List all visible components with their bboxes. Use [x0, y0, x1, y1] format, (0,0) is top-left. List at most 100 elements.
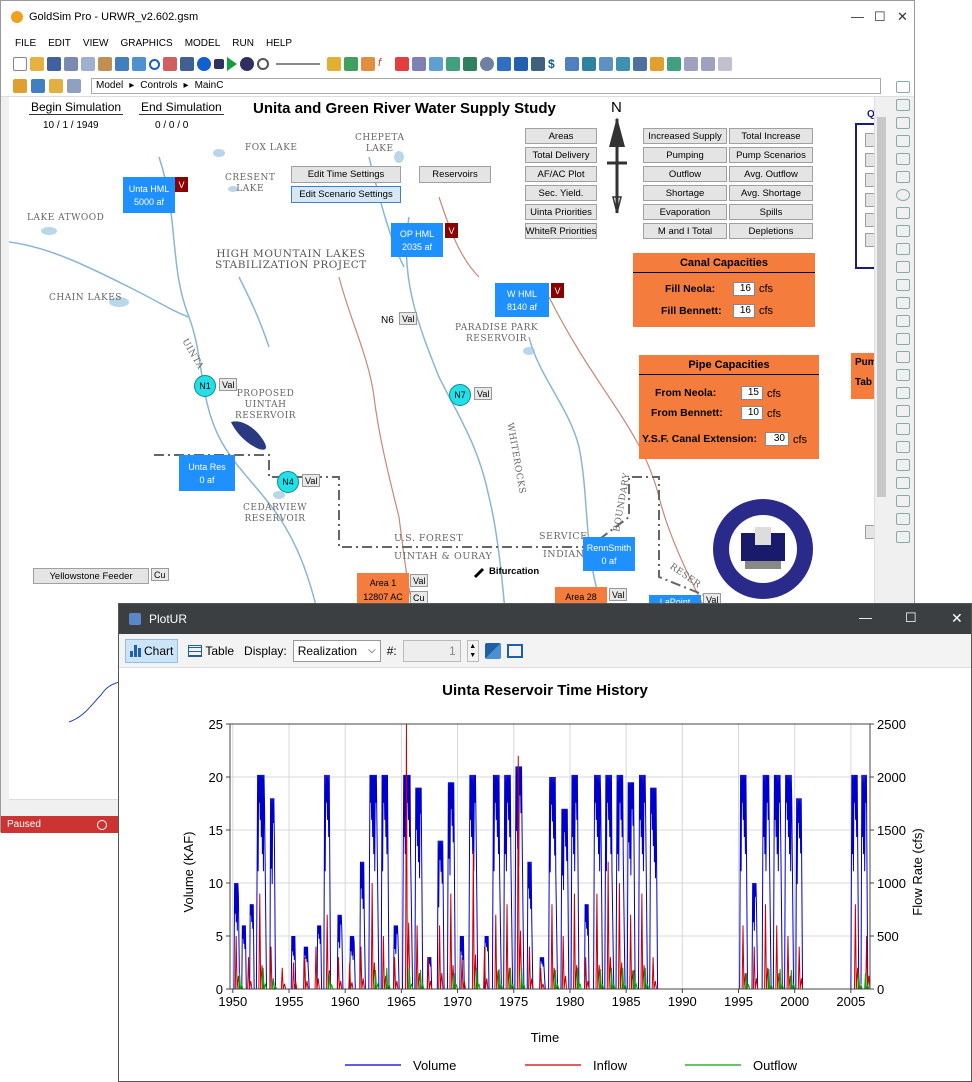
dashboard-icon[interactable]	[582, 57, 596, 71]
avg-shortage-button[interactable]: Avg. Shortage	[729, 185, 813, 201]
menu-edit[interactable]: EDIT	[48, 38, 71, 49]
display-select[interactable]: Realization ⌵	[292, 639, 381, 662]
n6-val-button[interactable]: Val	[399, 312, 418, 325]
w-hml-v-button[interactable]: V	[551, 283, 564, 298]
avg-outflow-button[interactable]: Avg. Outflow	[729, 166, 813, 182]
pumping-button[interactable]: Pumping	[643, 147, 727, 163]
node-n1[interactable]: N1	[194, 375, 216, 397]
edit-scenario-settings-button[interactable]: Edit Scenario Settings	[291, 186, 401, 203]
function-icon[interactable]: f	[378, 57, 392, 71]
tag-icon[interactable]	[514, 57, 528, 71]
chart-view-button[interactable]: Chart	[125, 638, 179, 663]
unta-hml-v-button[interactable]: V	[175, 177, 188, 192]
pump-scenarios-button[interactable]: Pump Scenarios	[729, 147, 813, 163]
rennsmith-box[interactable]: RennSmith 0 af	[583, 537, 635, 571]
list-icon[interactable]	[497, 57, 511, 71]
number-icon[interactable]	[896, 459, 910, 471]
search-icon[interactable]	[149, 58, 160, 70]
chart-icon[interactable]	[616, 57, 630, 71]
n1-val-button[interactable]: Val	[219, 378, 238, 391]
chart-properties-icon[interactable]	[484, 642, 501, 659]
close-icon[interactable]: ✕	[897, 9, 908, 25]
battery-icon[interactable]	[896, 513, 910, 525]
total-delivery-button[interactable]: Total Delivery	[525, 147, 597, 163]
save-icon[interactable]	[47, 57, 61, 71]
display-icon[interactable]	[896, 333, 910, 345]
bank-icon[interactable]	[463, 57, 477, 71]
pause-icon[interactable]	[240, 57, 254, 71]
result-display-icon[interactable]	[896, 477, 910, 489]
tree-icon[interactable]	[31, 78, 45, 93]
edit-icon[interactable]	[650, 57, 664, 71]
area1-box[interactable]: Area 1 12807 AC	[357, 573, 409, 607]
spin-up-icon[interactable]: ▲	[469, 642, 476, 651]
polygon-icon[interactable]	[896, 171, 910, 183]
unta-res-box[interactable]: Unta Res 0 af	[179, 455, 235, 491]
unta-hml-box[interactable]: Unta HML 5000 af	[123, 177, 175, 213]
table-icon[interactable]	[361, 57, 375, 71]
op-hml-v-button[interactable]: V	[445, 223, 458, 238]
grid-icon[interactable]	[896, 369, 910, 381]
filter-icon[interactable]	[163, 57, 177, 71]
reset-icon[interactable]	[257, 58, 269, 70]
menu-model[interactable]: MODEL	[185, 38, 221, 49]
browser-icon[interactable]	[13, 78, 27, 93]
spin-down-icon[interactable]: ▼	[469, 651, 476, 660]
copy-icon[interactable]	[81, 57, 95, 71]
label-icon[interactable]	[896, 531, 910, 543]
home-icon[interactable]	[67, 78, 81, 93]
triangle-icon[interactable]	[896, 117, 910, 129]
dollar-icon[interactable]: $	[548, 57, 562, 71]
distribute-icon[interactable]	[701, 57, 715, 71]
n4-val-button[interactable]: Val	[302, 474, 321, 487]
list-icon[interactable]	[896, 315, 910, 327]
spreadsheet-icon[interactable]	[896, 441, 910, 453]
breadcrumb[interactable]: Model ▸ Controls ▸ MainC	[91, 77, 881, 94]
circle-icon[interactable]	[896, 189, 910, 201]
result-icon[interactable]	[429, 57, 443, 71]
op-hml-box[interactable]: OP HML 2035 af	[391, 223, 443, 257]
element-icon[interactable]	[115, 57, 129, 71]
lock-icon[interactable]	[531, 57, 545, 71]
increased-supply-button[interactable]: Increased Supply	[643, 128, 727, 144]
rectangle-icon[interactable]	[896, 135, 910, 147]
align-icon[interactable]	[684, 57, 698, 71]
stop-icon[interactable]	[214, 59, 224, 69]
menu-file[interactable]: FILE	[15, 38, 36, 49]
outflow-button[interactable]: Outflow	[643, 166, 727, 182]
m-and-i-total-button[interactable]: M and I Total	[643, 223, 727, 239]
data-icon[interactable]	[327, 57, 341, 71]
node-n4[interactable]: N4	[277, 471, 299, 493]
maximize-icon[interactable]: ☐	[874, 9, 886, 25]
connector-icon[interactable]	[896, 99, 910, 111]
event-icon[interactable]	[395, 57, 409, 71]
whiter-priorities-button[interactable]: WhiteR Priorities	[525, 223, 597, 239]
spills-button[interactable]: Spills	[729, 204, 813, 220]
logic-icon[interactable]	[412, 57, 426, 71]
menu-graphics[interactable]: GRAPHICS	[120, 38, 172, 49]
container-icon[interactable]	[446, 57, 460, 71]
plotur-close-icon[interactable]: ✕	[951, 610, 963, 627]
plotur-maximize-icon[interactable]: ☐	[905, 610, 917, 626]
minimize-icon[interactable]: —	[851, 9, 864, 24]
note-icon[interactable]	[132, 57, 146, 71]
shortage-button[interactable]: Shortage	[643, 185, 727, 201]
grid-icon[interactable]	[599, 57, 613, 71]
ysf-canal-extension-input[interactable]: 30	[765, 432, 789, 446]
fill-bennett-input[interactable]: 16	[733, 304, 755, 318]
from-bennett-input[interactable]: 10	[741, 406, 763, 420]
realization-number-input[interactable]: 1	[402, 639, 461, 662]
table-view-button[interactable]: Table	[184, 639, 238, 663]
open-folder-icon[interactable]	[30, 57, 44, 71]
image-icon[interactable]	[896, 243, 910, 255]
uinta-priorities-button[interactable]: Uinta Priorities	[525, 204, 597, 220]
plotur-minimize-icon[interactable]: —	[859, 610, 872, 625]
yellowstone-cu-button[interactable]: Cu	[151, 568, 169, 581]
new-file-icon[interactable]	[13, 57, 27, 71]
help-icon[interactable]	[197, 57, 211, 71]
from-neola-input[interactable]: 15	[741, 386, 763, 400]
stochastic-icon[interactable]	[344, 57, 358, 71]
reservoirs-button[interactable]: Reservoirs	[419, 166, 491, 183]
uinta-reservoir-chart[interactable]: Uinta Reservoir Time History 1950 1955 196…	[119, 668, 971, 1082]
time-slider[interactable]	[276, 63, 320, 65]
